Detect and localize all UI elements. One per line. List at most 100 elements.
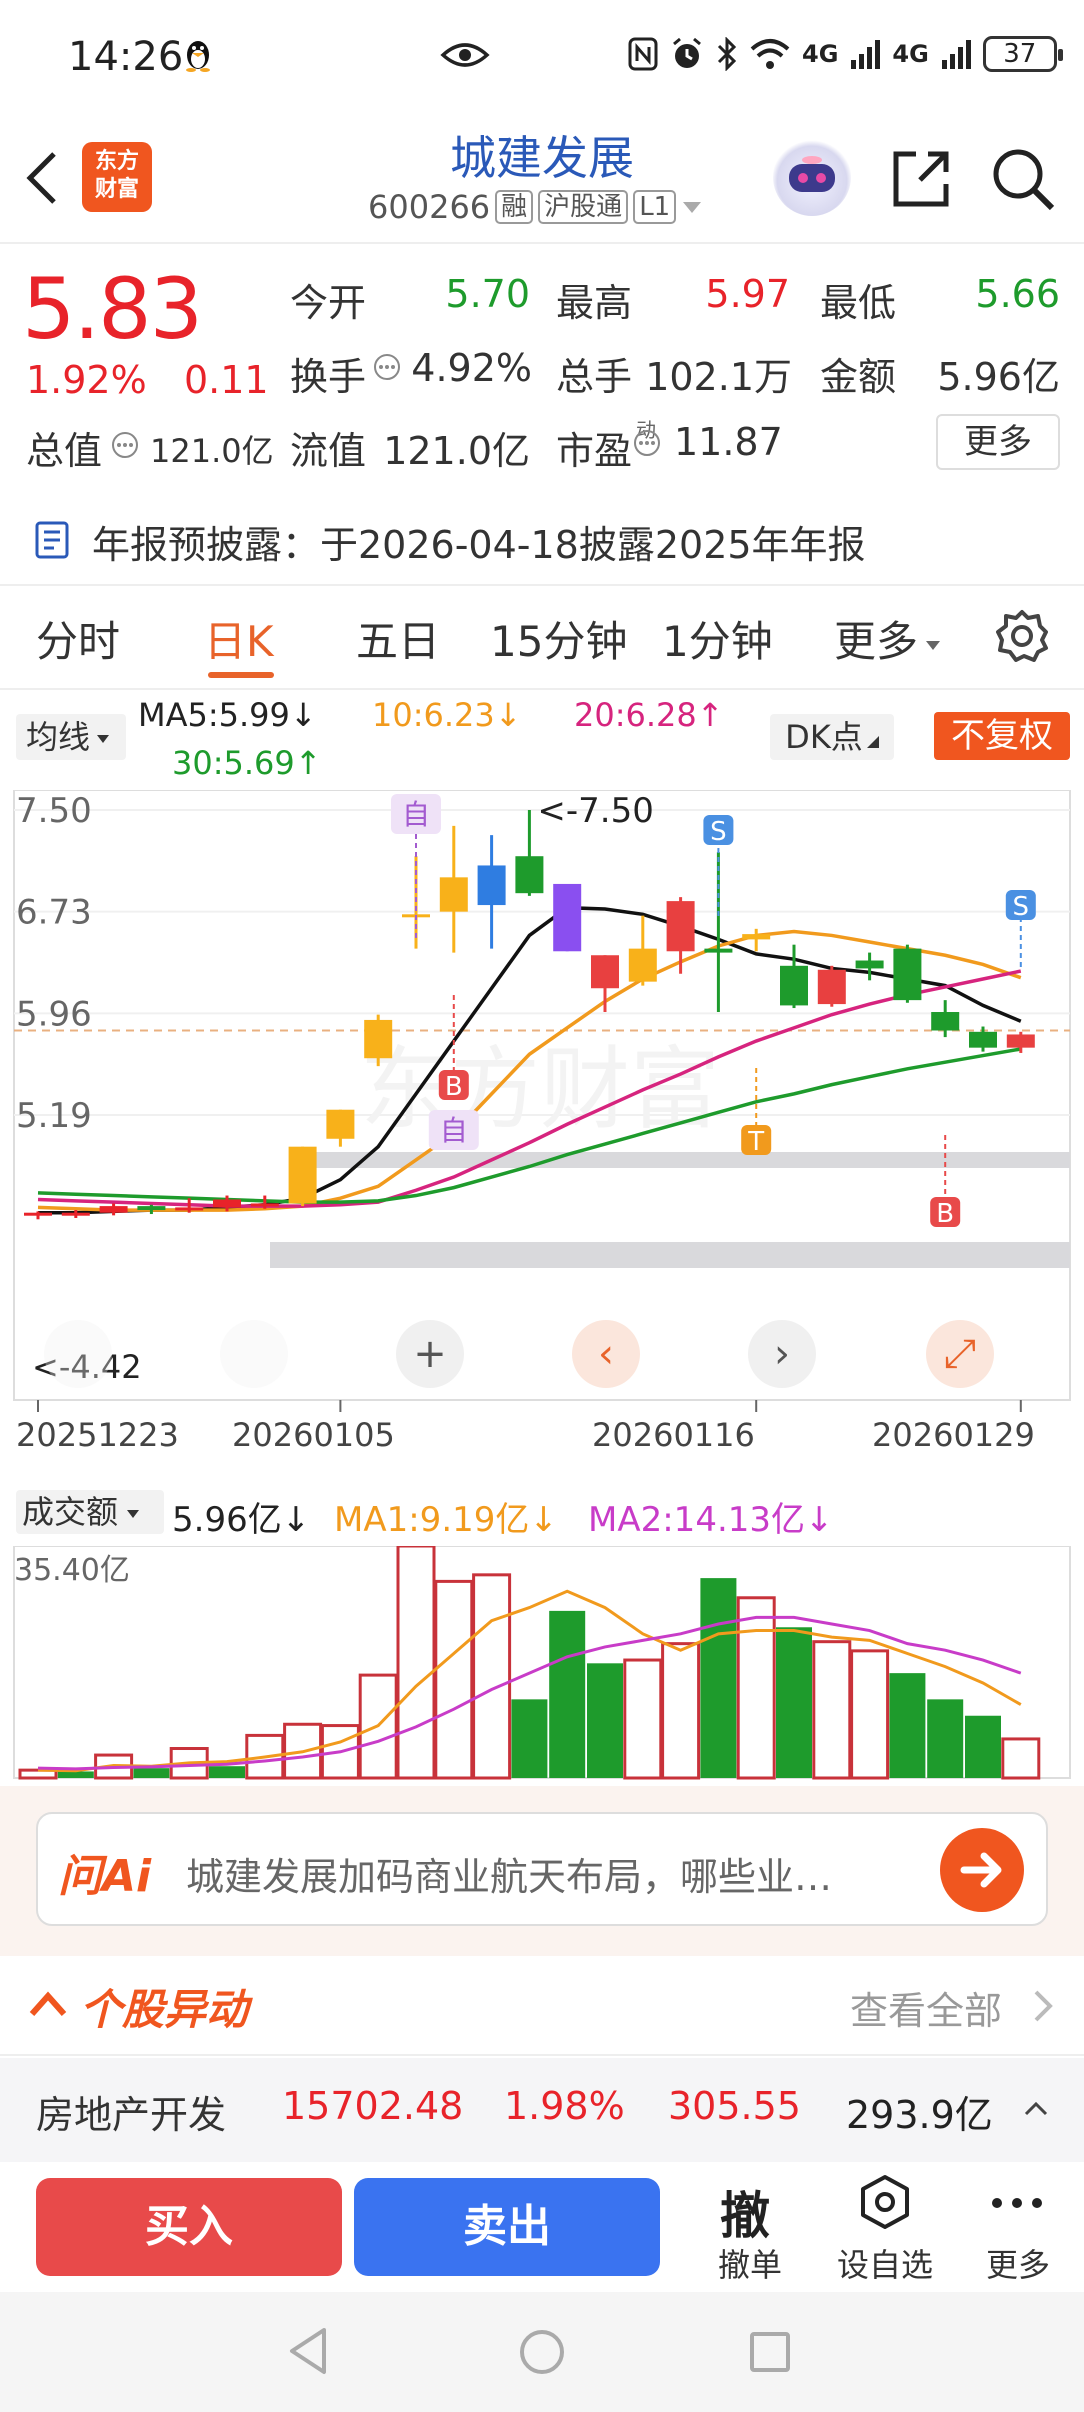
share-icon[interactable] xyxy=(890,148,952,210)
info-dots-icon-2[interactable] xyxy=(372,352,402,382)
volume-value: 102.1万 xyxy=(645,355,792,399)
system-home-icon[interactable] xyxy=(518,2328,566,2376)
market-cap-label: 总值 xyxy=(26,420,102,475)
no-adjust-button[interactable]: 不复权 xyxy=(934,712,1070,760)
battery-icon: 37 xyxy=(982,36,1063,72)
volume-bar xyxy=(965,1715,1001,1778)
indicator-select[interactable]: 均线 xyxy=(16,714,126,760)
float-cap-value: 121.0亿 xyxy=(383,429,530,473)
support-band xyxy=(270,1242,1070,1268)
tab-more[interactable]: 更多 xyxy=(834,608,942,669)
ai-prompt-text: 城建发展加码商业航天布局，哪些业… xyxy=(186,1855,833,1899)
more-actions-label[interactable]: 更多 xyxy=(976,2240,1060,2286)
pe-label: 市盈 xyxy=(556,429,633,473)
stock-code: 600266 xyxy=(368,188,491,226)
high-label: 最高 xyxy=(556,281,633,325)
search-icon[interactable] xyxy=(990,146,1056,212)
candle-body xyxy=(742,934,771,940)
x-tick-label: 20260116 xyxy=(592,1416,755,1454)
volume-bar xyxy=(889,1673,926,1778)
volume-bar xyxy=(57,1771,94,1778)
buy-button[interactable]: 买入 xyxy=(36,2178,342,2276)
cancel-order-icon[interactable]: 撤 xyxy=(720,2176,770,2248)
view-all-label: 查看全部 xyxy=(850,1989,1003,2033)
view-all-link[interactable]: 查看全部 xyxy=(850,1980,1002,2035)
system-recents-icon[interactable] xyxy=(748,2330,792,2374)
candle-body xyxy=(628,948,657,982)
add-watchlist-label[interactable]: 设自选 xyxy=(830,2240,940,2286)
dk-point-label: DK点 xyxy=(785,718,863,756)
volume-bar xyxy=(700,1578,737,1778)
more-quote-button[interactable]: 更多 xyxy=(936,414,1060,470)
x-tick-label: 20251223 xyxy=(16,1416,179,1454)
tab-intraday[interactable]: 分时 xyxy=(36,608,120,669)
chart-control-button[interactable] xyxy=(220,1320,288,1388)
alarm-icon xyxy=(673,37,701,68)
candle-body xyxy=(704,948,733,953)
candle-body xyxy=(477,865,506,906)
y-tick-label: 5.19 xyxy=(16,1096,92,1136)
volume-indicator-select[interactable]: 成交额 xyxy=(16,1490,164,1534)
chevron-up-small-icon[interactable] xyxy=(1022,2098,1050,2118)
signal-bars-icon xyxy=(851,40,881,69)
ai-logo: 问Ai xyxy=(58,1851,152,1902)
signal-s: S xyxy=(710,817,727,847)
cancel-order-label[interactable]: 撤单 xyxy=(708,2240,792,2286)
candle-body xyxy=(213,1199,241,1208)
bluetooth-icon xyxy=(717,37,737,71)
candle-body xyxy=(591,955,619,989)
tab-five-day[interactable]: 五日 xyxy=(356,608,440,669)
self-select-marker-2: 自 xyxy=(440,1114,468,1147)
volume-max-label: 35.40亿 xyxy=(14,1553,130,1588)
volume-bar xyxy=(661,1642,701,1780)
status-time: 14:26 xyxy=(68,34,184,80)
expand-icon: ⤢ xyxy=(944,1331,976,1377)
zoom-in-icon: + xyxy=(413,1331,447,1377)
signal-bars-icon-2 xyxy=(941,40,971,69)
volume-bar xyxy=(472,1573,512,1780)
ai-go-button[interactable] xyxy=(940,1828,1024,1912)
change-amount: 0.11 xyxy=(184,358,269,402)
sector-index: 15702.48 xyxy=(282,2084,464,2128)
low-value: 5.66 xyxy=(975,272,1060,316)
dk-point-button[interactable]: DK点 xyxy=(770,714,894,760)
volume-bar xyxy=(736,1596,776,1780)
last-price: 5.83 xyxy=(22,260,203,358)
chart-control-button[interactable] xyxy=(44,1320,112,1388)
volume-bar xyxy=(396,1546,436,1780)
system-back-icon[interactable] xyxy=(286,2326,330,2376)
candle-body xyxy=(439,877,468,912)
high-value: 5.97 xyxy=(705,272,790,316)
gear-icon[interactable] xyxy=(994,608,1050,664)
sector-amount: 293.9亿 xyxy=(846,2093,993,2137)
qq-penguin-icon xyxy=(186,41,210,72)
watchlist-settings-icon[interactable] xyxy=(858,2174,912,2230)
ai-robot-avatar[interactable] xyxy=(773,138,851,216)
volume-chart[interactable]: 35.40亿 xyxy=(0,1546,1084,1786)
volume-bar xyxy=(850,1649,890,1780)
candlestick-chart[interactable]: 东方财富 7.506.735.965.19 20251223 20260105 20… xyxy=(0,790,1084,1480)
notice-text: 年报预披露：于2026-04-18披露2025年年报 xyxy=(92,523,866,567)
amount-value: 5.96亿 xyxy=(937,355,1060,399)
candle-body xyxy=(780,965,808,1006)
signal-b2: B xyxy=(936,1199,954,1229)
stock-code-row[interactable]: 600266 融 沪股通 L1 xyxy=(368,188,703,226)
arrow-right-icon xyxy=(960,1852,1002,1888)
volume-bar xyxy=(434,1579,474,1780)
volume-ma2: MA2:14.13亿↓ xyxy=(588,1500,834,1540)
abnormal-title: 个股异动 xyxy=(80,1985,249,2034)
info-dots-icon-3[interactable] xyxy=(632,428,662,458)
ma10-legend: 10:6.23↓ xyxy=(372,696,522,734)
candle-body xyxy=(99,1206,128,1213)
more-dots-icon[interactable] xyxy=(990,2196,1044,2210)
tab-15min[interactable]: 15分钟 xyxy=(490,608,627,669)
corner-triangle-icon xyxy=(866,736,879,748)
info-dots-icon[interactable] xyxy=(110,430,140,460)
chevron-up-icon[interactable] xyxy=(28,1988,68,2018)
sell-button[interactable]: 卖出 xyxy=(354,2178,660,2276)
volume-select-triangle-icon xyxy=(127,1510,140,1518)
volume-bar xyxy=(776,1627,812,1778)
chevron-right-icon[interactable] xyxy=(1032,1988,1054,2024)
tab-daily-k[interactable]: 日K xyxy=(204,608,274,669)
tab-1min[interactable]: 1分钟 xyxy=(662,608,773,669)
